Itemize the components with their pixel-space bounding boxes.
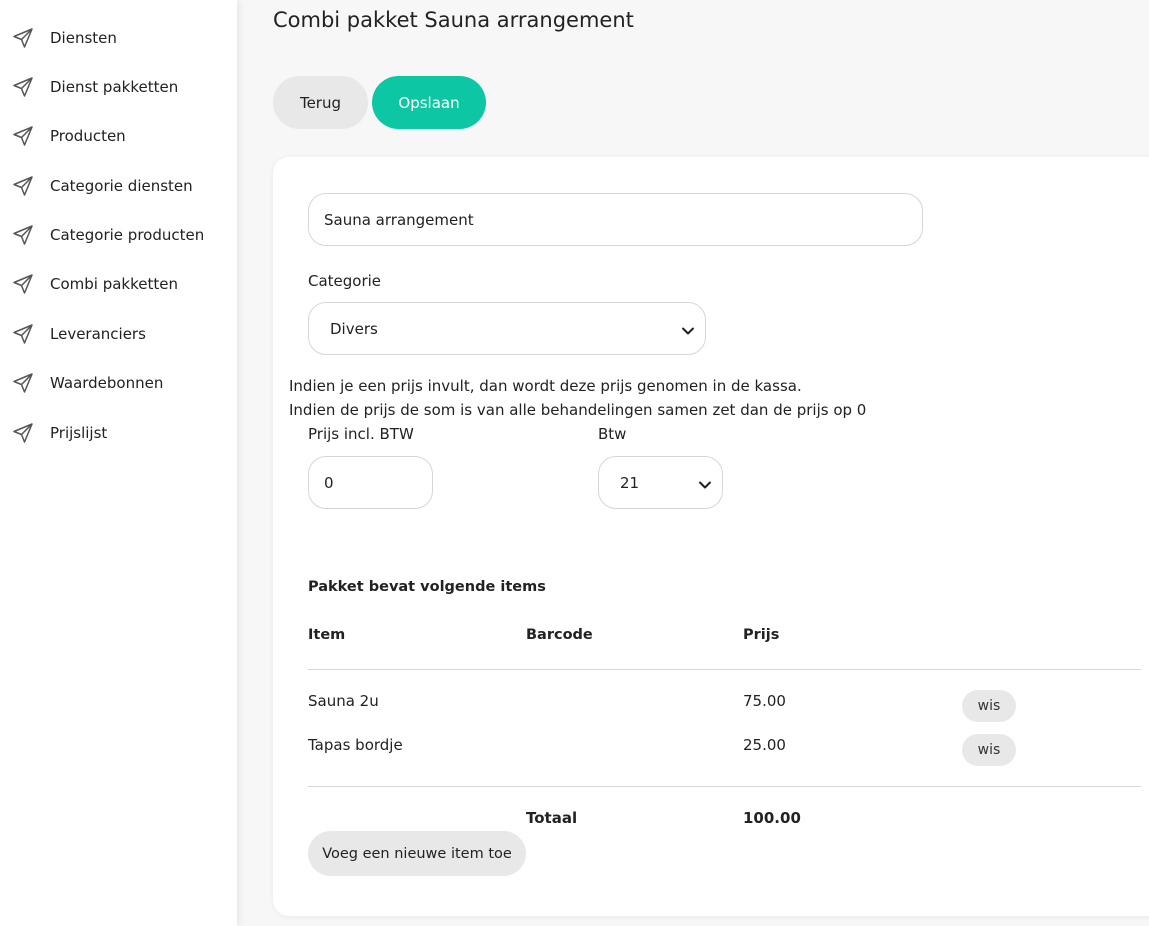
price-info-line-1: Indien je een prijs invult, dan wordt de… <box>289 377 802 395</box>
sidebar-item-label: Categorie diensten <box>50 177 193 195</box>
sidebar: Diensten Dienst pakketten Producten Cate… <box>0 0 237 926</box>
category-select[interactable]: Divers <box>308 302 706 355</box>
send-icon <box>11 272 35 296</box>
row-item-name: Sauna 2u <box>308 692 379 710</box>
sidebar-item-label: Categorie producten <box>50 226 205 244</box>
name-input[interactable] <box>308 193 923 246</box>
sidebar-item-label: Dienst pakketten <box>50 78 179 96</box>
delete-item-button[interactable]: wis <box>962 734 1016 766</box>
sidebar-item-prijslijst[interactable]: Prijslijst <box>0 413 237 453</box>
add-item-button[interactable]: Voeg een nieuwe item toe <box>308 831 526 876</box>
items-section-title: Pakket bevat volgende items <box>308 579 546 595</box>
send-icon <box>11 124 35 148</box>
sidebar-item-waardebonnen[interactable]: Waardebonnen <box>0 363 237 403</box>
btw-label: Btw <box>598 425 627 443</box>
sidebar-item-label: Leveranciers <box>50 325 146 343</box>
send-icon <box>11 174 35 198</box>
category-label: Categorie <box>308 272 382 290</box>
price-info-line-2: Indien de prijs de som is van alle behan… <box>289 401 867 419</box>
page-title: Combi pakket Sauna arrangement <box>273 8 634 32</box>
delete-item-button[interactable]: wis <box>962 690 1016 722</box>
sidebar-item-label: Producten <box>50 127 126 145</box>
sidebar-item-dienst-pakketten[interactable]: Dienst pakketten <box>0 67 237 107</box>
total-label: Totaal <box>526 809 578 827</box>
form-card <box>273 157 1149 916</box>
save-button[interactable]: Opslaan <box>372 76 486 129</box>
sidebar-item-categorie-diensten[interactable]: Categorie diensten <box>0 166 237 206</box>
send-icon <box>11 26 35 50</box>
column-header-item: Item <box>308 627 346 643</box>
price-input[interactable] <box>308 456 433 509</box>
send-icon <box>11 223 35 247</box>
chevron-down-icon <box>681 323 695 337</box>
send-icon <box>11 371 35 395</box>
column-header-price: Prijs <box>743 627 780 643</box>
category-selected-value: Divers <box>330 320 378 338</box>
btw-select[interactable]: 21 <box>598 456 723 509</box>
send-icon <box>11 75 35 99</box>
sidebar-item-producten[interactable]: Producten <box>0 116 237 156</box>
row-item-name: Tapas bordje <box>308 736 403 754</box>
table-divider <box>308 786 1141 787</box>
sidebar-item-diensten[interactable]: Diensten <box>0 18 237 58</box>
btw-selected-value: 21 <box>620 474 640 492</box>
chevron-down-icon <box>698 477 712 491</box>
table-divider <box>308 669 1141 670</box>
column-header-barcode: Barcode <box>526 627 593 643</box>
row-item-price: 75.00 <box>743 692 786 710</box>
send-icon <box>11 421 35 445</box>
sidebar-item-label: Waardebonnen <box>50 374 164 392</box>
row-item-price: 25.00 <box>743 736 786 754</box>
total-value: 100.00 <box>743 809 801 827</box>
sidebar-item-label: Diensten <box>50 29 117 47</box>
send-icon <box>11 322 35 346</box>
back-button[interactable]: Terug <box>273 76 368 129</box>
price-label: Prijs incl. BTW <box>308 425 414 443</box>
sidebar-item-combi-pakketten[interactable]: Combi pakketten <box>0 264 237 304</box>
sidebar-item-label: Combi pakketten <box>50 275 178 293</box>
sidebar-item-categorie-producten[interactable]: Categorie producten <box>0 215 237 255</box>
sidebar-item-label: Prijslijst <box>50 424 108 442</box>
sidebar-item-leveranciers[interactable]: Leveranciers <box>0 314 237 354</box>
